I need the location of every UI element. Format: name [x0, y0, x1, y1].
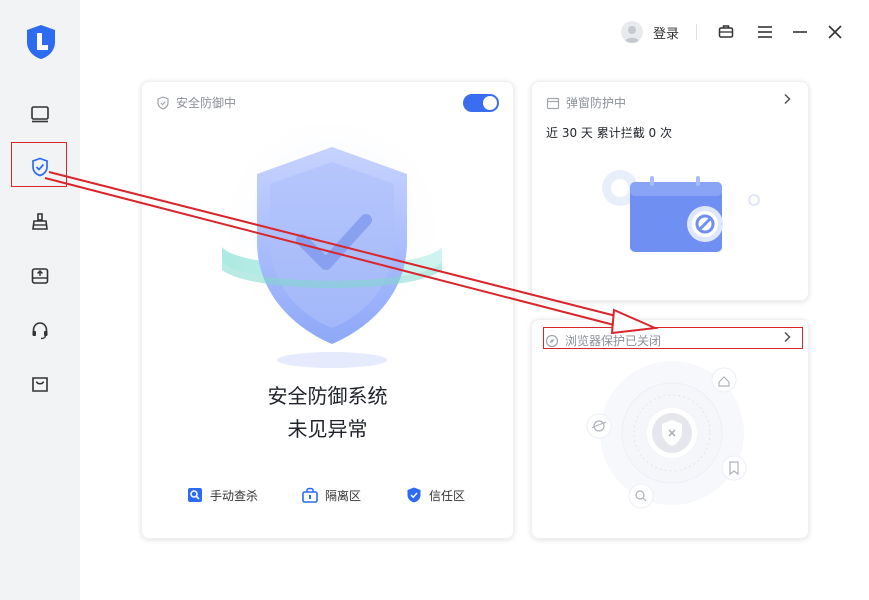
annotation-arrow [44, 171, 659, 335]
